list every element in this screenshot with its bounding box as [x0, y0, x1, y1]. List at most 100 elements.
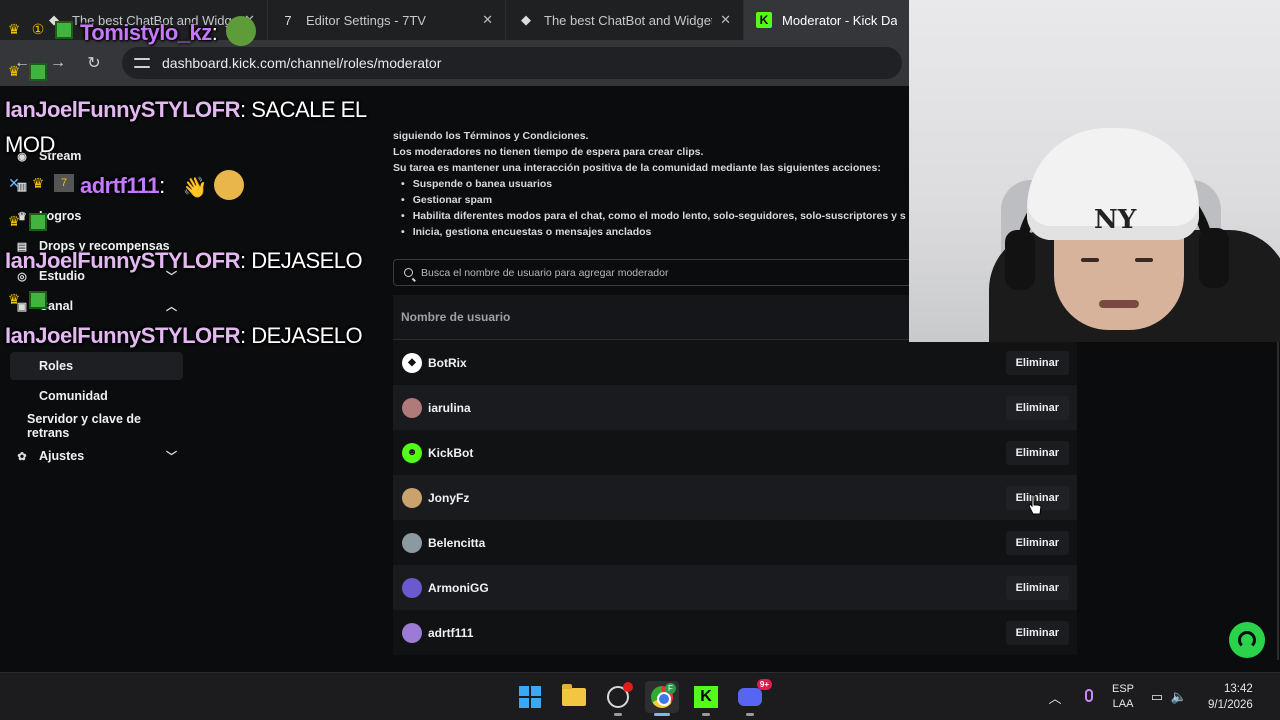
running-indicator: [702, 713, 710, 716]
sidebar-item-label: Estudio: [39, 269, 85, 283]
avatar: [402, 397, 422, 418]
search-icon: [404, 268, 413, 277]
volume-icon[interactable]: 🔈: [1170, 689, 1188, 705]
remove-button[interactable]: Eliminar: [1005, 395, 1069, 420]
gear-icon: ✿: [17, 450, 27, 463]
system-tray: ︿ ESP LAA ▭ 🔈 13:42 9/1/2026: [1046, 673, 1253, 720]
taskbar-chrome[interactable]: F: [645, 681, 679, 716]
sidebar-item-comunidad[interactable]: Comunidad: [10, 382, 183, 410]
microphone-icon[interactable]: [1080, 689, 1098, 705]
reload-icon[interactable]: ↻: [80, 49, 108, 77]
remove-button[interactable]: Eliminar: [1005, 575, 1069, 600]
username: KickBot: [428, 445, 474, 460]
remove-button[interactable]: Eliminar: [1005, 620, 1069, 645]
scrollbar[interactable]: [1277, 342, 1279, 660]
avatar: [402, 532, 422, 553]
remove-button[interactable]: Eliminar: [1005, 530, 1069, 555]
table-row: ☻ KickBot Eliminar: [393, 430, 1077, 475]
tab-title: The best ChatBot and Widgets: [544, 12, 713, 28]
sidebar-item-drops[interactable]: ▤ Drops y recompensas: [10, 232, 183, 260]
chevron-up-icon: ︿: [166, 301, 177, 313]
search-placeholder: Busca el nombre de usuario para agregar …: [421, 266, 669, 279]
username: JonyFz: [428, 490, 470, 505]
list-item: Habilita diferentes modos para el chat, …: [401, 208, 906, 224]
close-icon[interactable]: ✕: [482, 12, 493, 28]
table-row: ◆ BotRix Eliminar: [393, 340, 1077, 385]
taskbar-obs[interactable]: [601, 681, 635, 716]
tab-botrix-1[interactable]: ◆ The best ChatBot and Widgets ✕: [0, 0, 268, 40]
sidebar-item-roles[interactable]: Roles: [10, 352, 183, 380]
avatar: [402, 487, 422, 508]
dashboard-sidebar: ◉ Stream ▥ ♛ Logros ▤ Drops y recompensa…: [0, 86, 195, 672]
sidebar-item-logros[interactable]: ♛ Logros: [10, 202, 183, 230]
beanie-logo: NY: [1094, 205, 1137, 235]
remove-button[interactable]: Eliminar: [1005, 440, 1069, 465]
username: adrtf111: [428, 625, 474, 640]
taskbar-discord[interactable]: 9+: [733, 679, 772, 716]
network-icon[interactable]: ▭: [1148, 689, 1166, 705]
moderators-table: Nombre de usuario ◆ BotRix Eliminar iaru…: [393, 295, 1077, 655]
windows-logo-icon: [519, 686, 541, 708]
tab-botrix-2[interactable]: ◆ The best ChatBot and Widgets ✕: [506, 0, 744, 40]
sidebar-item-canal-sub[interactable]: [10, 322, 183, 350]
mouth: [1099, 300, 1139, 308]
sidebar-item-label: Canal: [39, 299, 74, 313]
username: ArmoniGG: [428, 580, 489, 595]
kickbot-avatar: ☻: [402, 442, 422, 463]
taskbar-kick[interactable]: K: [689, 681, 723, 716]
botrix-icon: ◆: [49, 12, 59, 27]
sidebar-item-label: Stream: [39, 149, 82, 163]
username: Belencitta: [428, 535, 486, 550]
avatar: [402, 577, 422, 598]
table-row: JonyFz Eliminar: [393, 475, 1077, 520]
keyboard-layout: LAA: [1112, 698, 1134, 710]
sidebar-item-servidor[interactable]: Servidor y clave de retrans: [10, 412, 183, 440]
clock-date: 9/1/2026: [1208, 699, 1253, 711]
sidebar-item-label: Servidor y clave de retrans: [27, 412, 141, 440]
table-row: adrtf111 Eliminar: [393, 610, 1077, 655]
close-icon[interactable]: ✕: [720, 12, 731, 28]
language-indicator[interactable]: ESP LAA: [1112, 682, 1134, 712]
address-bar[interactable]: dashboard.kick.com/channel/roles/moderat…: [122, 47, 902, 79]
running-indicator: [614, 713, 622, 716]
forward-arrow-icon[interactable]: →: [44, 49, 72, 77]
7tv-icon: 7: [284, 12, 292, 28]
desc-line: Su tarea es mantener una interacción pos…: [393, 162, 881, 174]
headset-icon: [1238, 631, 1256, 649]
running-indicator: [654, 713, 670, 716]
back-arrow-icon[interactable]: ←: [8, 49, 36, 77]
list-item: Inicia, gestiona encuestas o mensajes an…: [401, 224, 906, 240]
sidebar-item-ajustes[interactable]: ✿ Ajustes ﹀: [10, 442, 183, 470]
windows-taskbar: F K 9+ ︿ ESP LAA ▭ 🔈 13:42 9/1/2026: [0, 672, 1280, 720]
sidebar-item-canal[interactable]: ▣ Canal ︿: [10, 292, 183, 320]
permissions-list: Suspende o banea usuarios Gestionar spam…: [401, 176, 906, 240]
notification-badge: 9+: [756, 679, 772, 690]
sidebar-item-stream[interactable]: ◉ Stream: [10, 142, 183, 170]
start-button[interactable]: [513, 681, 547, 713]
close-icon[interactable]: ✕: [244, 12, 255, 28]
list-item: Suspende o banea usuarios: [401, 176, 906, 192]
username: iarulina: [428, 400, 471, 415]
language-code: ESP: [1112, 683, 1135, 695]
trophy-icon: ♛: [17, 210, 27, 223]
discord-icon: 9+: [738, 679, 772, 706]
chevron-up-icon[interactable]: ︿: [1046, 688, 1064, 707]
sidebar-item-analytics[interactable]: ▥: [10, 172, 183, 200]
recording-dot-icon: [623, 682, 633, 692]
sidebar-item-label: Ajustes: [39, 449, 85, 463]
chevron-down-icon: ﹀: [166, 451, 177, 463]
kick-icon: K: [694, 686, 718, 708]
tab-kick-moderator[interactable]: K Moderator - Kick Dashb: [744, 0, 909, 40]
running-indicator: [746, 713, 754, 716]
site-settings-icon[interactable]: [134, 55, 150, 71]
clock[interactable]: 13:42 9/1/2026: [1208, 681, 1253, 713]
help-button[interactable]: [1229, 622, 1265, 658]
remove-button[interactable]: Eliminar: [1005, 350, 1069, 375]
username: BotRix: [428, 355, 467, 370]
sidebar-item-estudio[interactable]: ◎ Estudio ﹀: [10, 262, 183, 290]
search-input[interactable]: Busca el nombre de usuario para agregar …: [393, 259, 913, 286]
headset-earcup: [1005, 230, 1035, 290]
taskbar-file-explorer[interactable]: [557, 681, 591, 713]
tab-7tv[interactable]: 7 Editor Settings - 7TV ✕: [268, 0, 506, 40]
chevron-down-icon: ﹀: [166, 271, 177, 283]
